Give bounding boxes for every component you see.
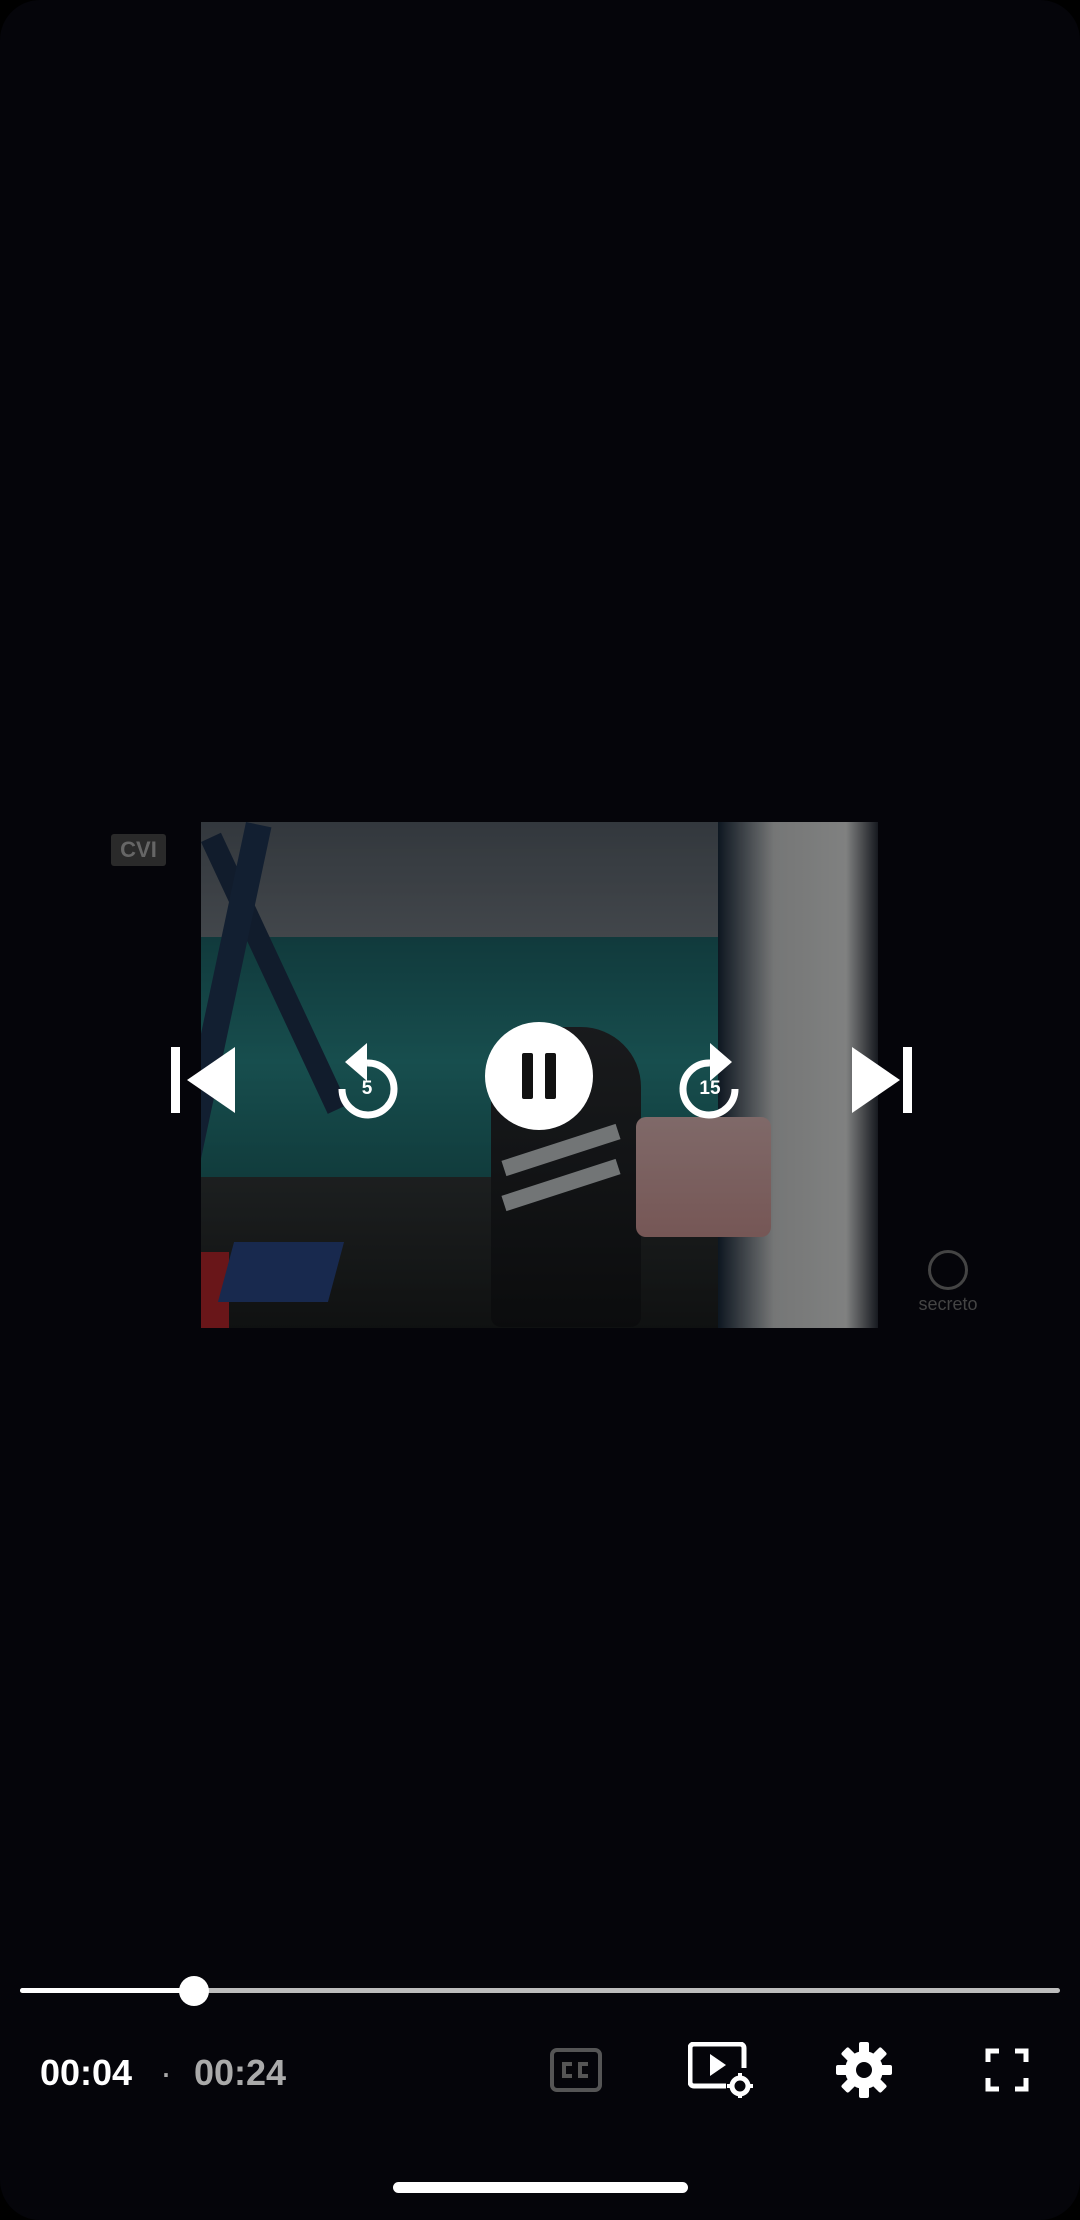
rewind-seconds-label: 5 <box>361 1078 373 1099</box>
gear-icon <box>836 2042 892 2098</box>
time-separator: · <box>160 2052 172 2093</box>
secreto-logo-icon <box>928 1250 968 1290</box>
playback-settings-button[interactable] <box>686 2040 756 2100</box>
captions-button[interactable] <box>541 2040 611 2100</box>
channel-watermark: CVI <box>111 834 166 866</box>
current-time: 00:04 <box>40 2052 133 2093</box>
forward-seconds-label: 15 <box>699 1078 721 1099</box>
seek-bar-progress <box>20 1988 194 1993</box>
pause-button[interactable] <box>485 1022 593 1130</box>
forward-button[interactable]: 15 <box>670 1040 750 1120</box>
secreto-label: secreto <box>918 1294 978 1314</box>
home-indicator[interactable] <box>393 2182 688 2193</box>
seek-bar[interactable] <box>20 1976 1060 2006</box>
video-player-screen: CVI secreto 5 15 00:04 · 00:24 <box>0 0 1080 2220</box>
skip-next-icon <box>852 1047 912 1113</box>
rewind-button[interactable]: 5 <box>327 1040 407 1120</box>
skip-previous-icon <box>171 1047 235 1113</box>
skip-previous-button[interactable] <box>160 1040 240 1120</box>
fullscreen-button[interactable] <box>972 2040 1042 2100</box>
skip-next-button[interactable] <box>842 1040 922 1120</box>
secreto-watermark: secreto <box>913 1250 983 1315</box>
fullscreen-icon <box>985 2048 1029 2092</box>
total-duration: 00:24 <box>194 2052 287 2093</box>
seek-bar-thumb[interactable] <box>178 1976 209 2006</box>
video-settings-icon <box>688 2042 753 2098</box>
pause-icon <box>522 1053 556 1099</box>
closed-captions-icon <box>550 2048 602 2092</box>
settings-button[interactable] <box>829 2040 899 2100</box>
